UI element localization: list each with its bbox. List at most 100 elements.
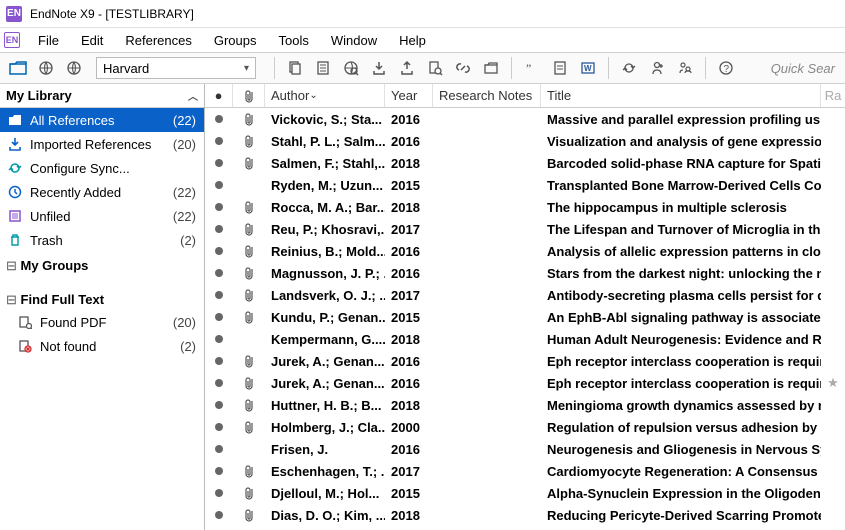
attachment-icon <box>233 350 265 372</box>
table-row[interactable]: Stahl, P. L.; Salm...2016Visualization a… <box>205 130 845 152</box>
cell-year: 2015 <box>385 482 433 504</box>
cell-title: Reducing Pericyte-Derived Scarring Promo… <box>541 504 821 526</box>
import-icon[interactable] <box>367 56 391 80</box>
online-search-icon[interactable] <box>339 56 363 80</box>
cell-rating <box>821 130 845 152</box>
sidebar-item-trash[interactable]: Trash(2) <box>0 228 204 252</box>
cell-year: 2018 <box>385 328 433 350</box>
table-row[interactable]: Eschenhagen, T.; ...2017Cardiomyocyte Re… <box>205 460 845 482</box>
open-link-icon[interactable] <box>451 56 475 80</box>
table-row[interactable]: Salmen, F.; Stahl,...2018Barcoded solid-… <box>205 152 845 174</box>
sidebar-group-mygroups[interactable]: My Groups <box>0 252 204 276</box>
pdf-icon <box>18 315 34 329</box>
cell-year: 2018 <box>385 196 433 218</box>
cell-year: 2016 <box>385 372 433 394</box>
sidebar-item-all-references[interactable]: All References(22) <box>0 108 204 132</box>
sidebar-header[interactable]: My Library ︿ <box>0 84 204 108</box>
find-full-text-icon[interactable] <box>423 56 447 80</box>
capture-icon[interactable] <box>673 56 697 80</box>
help-icon[interactable]: ? <box>714 56 738 80</box>
cell-author: Landsverk, O. J.; ... <box>265 284 385 306</box>
new-reference-icon[interactable] <box>311 56 335 80</box>
sidebar-group-findfulltext[interactable]: Find Full Text <box>0 286 204 310</box>
table-row[interactable]: Vickovic, S.; Sta...2016Massive and para… <box>205 108 845 130</box>
read-status-icon <box>205 130 233 152</box>
quick-search-input[interactable]: Quick Sear <box>771 61 839 76</box>
cell-author: Eschenhagen, T.; ... <box>265 460 385 482</box>
menu-window[interactable]: Window <box>321 31 387 50</box>
cell-notes <box>433 350 541 372</box>
new-group-icon[interactable] <box>479 56 503 80</box>
menu-groups[interactable]: Groups <box>204 31 267 50</box>
cell-title: The Lifespan and Turnover of Microglia i… <box>541 218 821 240</box>
table-row[interactable]: Huttner, H. B.; B...2018Meningioma growt… <box>205 394 845 416</box>
table-row[interactable]: Jurek, A.; Genan...2016Eph receptor inte… <box>205 372 845 394</box>
table-row[interactable]: Djelloul, M.; Hol...2015Alpha-Synuclein … <box>205 482 845 504</box>
table-row[interactable]: Frisen, J.2016Neurogenesis and Gliogenes… <box>205 438 845 460</box>
insert-citation-icon[interactable]: ” <box>520 56 544 80</box>
attachment-icon <box>233 152 265 174</box>
read-status-icon <box>205 152 233 174</box>
cell-notes <box>433 108 541 130</box>
copy-icon[interactable] <box>283 56 307 80</box>
table-row[interactable]: Magnusson, J. P.; ...2016Stars from the … <box>205 262 845 284</box>
cell-author: Djelloul, M.; Hol... <box>265 482 385 504</box>
read-status-icon <box>205 284 233 306</box>
table-row[interactable]: Reu, P.; Khosravi,...2017The Lifespan an… <box>205 218 845 240</box>
sync-icon[interactable] <box>617 56 641 80</box>
cell-rating <box>821 152 845 174</box>
read-status-icon <box>205 196 233 218</box>
cell-author: Jurek, A.; Genan... <box>265 350 385 372</box>
table-row[interactable]: Dias, D. O.; Kim, ...2018Reducing Pericy… <box>205 504 845 526</box>
col-year[interactable]: Year <box>385 84 433 107</box>
col-read-status[interactable]: ● <box>205 84 233 107</box>
output-style-select[interactable]: Harvard ▾ <box>96 57 256 79</box>
read-status-icon <box>205 394 233 416</box>
go-to-word-icon[interactable]: W <box>576 56 600 80</box>
share-icon[interactable] <box>645 56 669 80</box>
table-row[interactable]: Ryden, M.; Uzun...2015Transplanted Bone … <box>205 174 845 196</box>
sidebar-item-unfiled[interactable]: Unfiled(22) <box>0 204 204 228</box>
col-author[interactable]: Author <box>265 84 385 107</box>
menu-references[interactable]: References <box>115 31 201 50</box>
sidebar-item-recently-added[interactable]: Recently Added (22) <box>0 180 204 204</box>
export-icon[interactable] <box>395 56 419 80</box>
menu-file[interactable]: File <box>28 31 69 50</box>
sidebar-item-count: (20) <box>173 315 196 330</box>
chevron-down-icon: ▾ <box>244 63 249 74</box>
cell-title: Eph receptor interclass cooperation is r… <box>541 372 821 394</box>
table-row[interactable]: Holmberg, J.; Cla...2000Regulation of re… <box>205 416 845 438</box>
table-row[interactable]: Kempermann, G....2018Human Adult Neuroge… <box>205 328 845 350</box>
sidebar-item-imported-references[interactable]: Imported References(20) <box>0 132 204 156</box>
col-attachment[interactable] <box>233 84 265 107</box>
col-title[interactable]: Title <box>541 84 821 107</box>
menu-help[interactable]: Help <box>389 31 436 50</box>
cell-author: Kundu, P.; Genan... <box>265 306 385 328</box>
table-row[interactable]: Reinius, B.; Mold...2016Analysis of alle… <box>205 240 845 262</box>
format-bibliography-icon[interactable] <box>548 56 572 80</box>
sync-icon <box>8 161 24 175</box>
cell-title: Eph receptor interclass cooperation is r… <box>541 350 821 372</box>
sidebar-item-label: Recently Added <box>30 185 167 200</box>
menu-edit[interactable]: Edit <box>71 31 113 50</box>
table-row[interactable]: Landsverk, O. J.; ...2017Antibody-secret… <box>205 284 845 306</box>
sidebar-item-count: (22) <box>173 185 196 200</box>
cell-notes <box>433 130 541 152</box>
integrated-mode-icon[interactable] <box>62 56 86 80</box>
col-rating[interactable]: Ra <box>821 84 845 107</box>
table-row[interactable]: Borgstrom, E.; P...2017Comparison of who… <box>205 526 845 530</box>
col-research-notes[interactable]: Research Notes <box>433 84 541 107</box>
attachment-icon <box>233 284 265 306</box>
local-library-mode-icon[interactable] <box>6 56 30 80</box>
table-row[interactable]: Rocca, M. A.; Bar...2018The hippocampus … <box>205 196 845 218</box>
table-row[interactable]: Kundu, P.; Genan...2015An EphB-Abl signa… <box>205 306 845 328</box>
sidebar-item-not-found[interactable]: Not found(2) <box>0 334 204 358</box>
table-row[interactable]: Jurek, A.; Genan...2016Eph receptor inte… <box>205 350 845 372</box>
attachment-icon <box>233 306 265 328</box>
sidebar-item-configure-sync-[interactable]: Configure Sync... <box>0 156 204 180</box>
svg-text:W: W <box>584 64 592 73</box>
sidebar-item-label: Unfiled <box>30 209 167 224</box>
online-search-mode-icon[interactable] <box>34 56 58 80</box>
sidebar-item-found-pdf[interactable]: Found PDF(20) <box>0 310 204 334</box>
menu-tools[interactable]: Tools <box>268 31 318 50</box>
